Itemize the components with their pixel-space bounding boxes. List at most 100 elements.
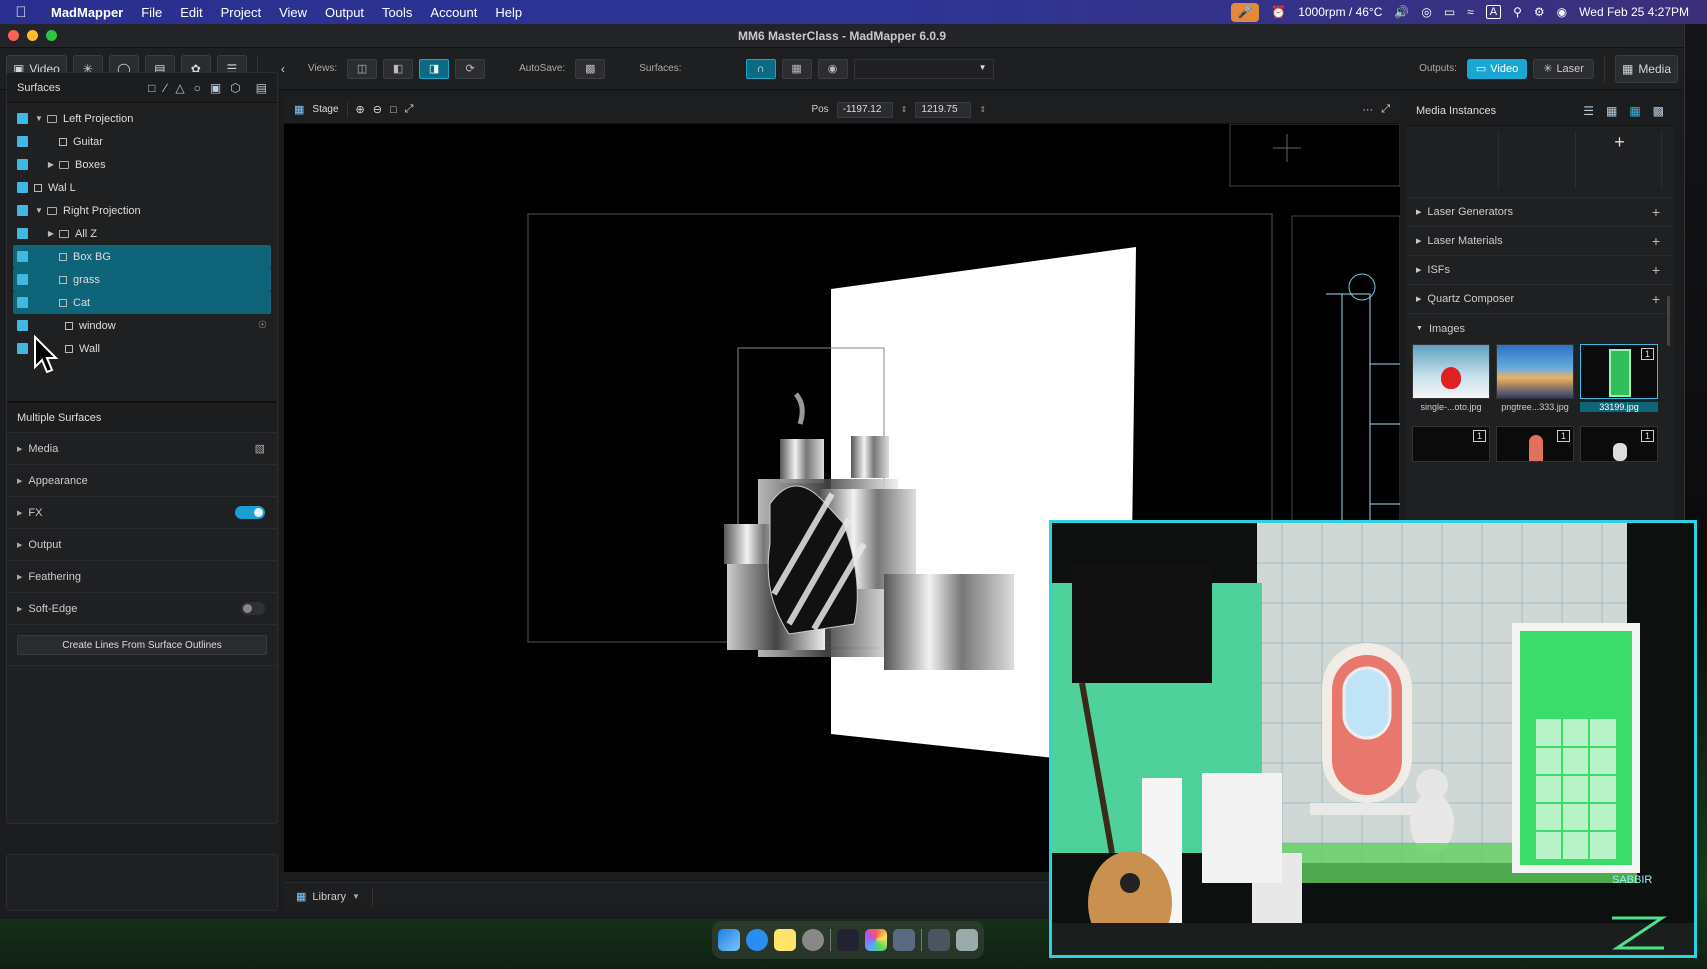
surface-item-boxes[interactable]: ▶ Boxes (7, 153, 277, 176)
surface-item-all-z[interactable]: ▶ All Z (7, 222, 277, 245)
fullscreen-icon[interactable]: ⤢ (405, 103, 414, 116)
trash-icon[interactable] (956, 929, 978, 951)
collapsed-triangle-icon[interactable]: ▶ (46, 160, 56, 169)
list-view-icon[interactable]: ☰ (1583, 104, 1594, 118)
section-laser-generators[interactable]: ▶ Laser Generators + (1406, 198, 1674, 227)
datetime[interactable]: Wed Feb 25 4:27PM (1579, 5, 1689, 19)
expand-icon[interactable]: ⤢ (1381, 103, 1390, 116)
surface-item-wal-l[interactable]: Wal L (7, 176, 277, 199)
zoom-in-icon[interactable]: ⊕ (356, 103, 365, 116)
visibility-checkbox[interactable] (17, 251, 28, 262)
grid-small-icon[interactable]: ▦ (1606, 104, 1617, 118)
refresh-view-button[interactable]: ⟳ (455, 58, 486, 79)
surface-item-box-bg[interactable]: Box BG (13, 245, 271, 268)
add-triangle-icon[interactable]: △ (175, 81, 184, 95)
visibility-checkbox[interactable] (17, 343, 28, 354)
more-options-icon[interactable]: ··· (1362, 104, 1373, 116)
siri-icon[interactable]: ◉ (1557, 5, 1567, 19)
image-thumb-4[interactable]: 1 (1412, 426, 1490, 462)
surface-item-guitar[interactable]: Guitar (7, 130, 277, 153)
stepper-icon[interactable]: ⇕ (901, 105, 908, 114)
surface-transform-button[interactable]: ▦ (781, 58, 812, 79)
pos-y-field[interactable]: 1219.75 (915, 101, 972, 118)
pos-x-field[interactable]: -1197.12 (836, 101, 893, 118)
expand-triangle-icon[interactable]: ▼ (34, 114, 44, 123)
plus-icon[interactable]: + (1652, 262, 1660, 278)
soft-edge-toggle[interactable] (241, 602, 265, 615)
app-menu[interactable]: MadMapper (42, 5, 132, 20)
safari-icon[interactable] (746, 929, 768, 951)
add-line-icon[interactable]: ∕ (164, 81, 166, 95)
output-laser-button[interactable]: ✳ Laser (1533, 58, 1594, 79)
section-output[interactable]: ▶ Output (7, 529, 277, 561)
plus-icon[interactable]: + (1652, 204, 1660, 220)
surface-item-cat[interactable]: Cat (13, 291, 271, 314)
view-input-button[interactable]: ◧ (383, 58, 414, 79)
section-laser-materials[interactable]: ▶ Laser Materials + (1406, 227, 1674, 256)
image-thumb-5[interactable]: 1 (1496, 426, 1574, 462)
chevron-down-icon[interactable]: ▼ (352, 892, 360, 901)
wifi-icon[interactable]: ≈ (1467, 5, 1474, 19)
view-split-button[interactable]: ◫ (347, 58, 378, 79)
collapsed-triangle-icon[interactable]: ▶ (46, 229, 56, 238)
media-library-icon[interactable]: ▧ (255, 442, 265, 455)
section-feathering[interactable]: ▶ Feathering (7, 561, 277, 593)
input-source-icon[interactable]: A (1485, 5, 1502, 19)
image-thumb-strawberry[interactable] (1412, 344, 1490, 399)
add-group-icon[interactable]: ▤ (256, 81, 267, 95)
menu-edit[interactable]: Edit (171, 5, 211, 20)
fan-status[interactable]: 1000rpm / 46°C (1298, 5, 1382, 19)
zoom-fit-icon[interactable]: □ (390, 104, 397, 116)
visibility-checkbox[interactable] (17, 274, 28, 285)
visibility-checkbox[interactable] (17, 159, 28, 170)
visibility-checkbox[interactable] (17, 205, 28, 216)
surface-item-left-projection[interactable]: ▼ Left Projection (7, 107, 277, 130)
section-appearance[interactable]: ▶ Appearance (7, 465, 277, 497)
section-isfs[interactable]: ▶ ISFs + (1406, 256, 1674, 285)
downloads-icon[interactable] (928, 929, 950, 951)
zoom-out-icon[interactable]: ⊖ (373, 103, 382, 116)
image-thumb-6[interactable]: 1 (1580, 426, 1658, 462)
expand-triangle-icon[interactable]: ▼ (34, 206, 44, 215)
visibility-checkbox[interactable] (17, 113, 28, 124)
preview-icon[interactable] (893, 929, 915, 951)
menu-tools[interactable]: Tools (373, 5, 421, 20)
view-output-button[interactable]: ◨ (419, 58, 450, 79)
apple-icon[interactable]:  (0, 4, 42, 21)
stepper-icon[interactable]: ⇕ (979, 105, 986, 114)
autosave-button[interactable]: ▩ (575, 58, 606, 79)
add-circle-icon[interactable]: ○ (194, 81, 201, 95)
menu-project[interactable]: Project (212, 5, 270, 20)
menu-view[interactable]: View (270, 5, 316, 20)
image-thumb-door[interactable]: 1 (1580, 344, 1658, 399)
media-instances-area[interactable]: + (1406, 126, 1674, 198)
surface-bezier-button[interactable]: ∩ (745, 58, 776, 79)
finder-icon[interactable] (718, 929, 740, 951)
visibility-checkbox[interactable] (17, 320, 28, 331)
visibility-checkbox[interactable] (17, 182, 28, 193)
visibility-checkbox[interactable] (17, 136, 28, 147)
grid-large-icon[interactable]: ▩ (1653, 104, 1664, 118)
plus-icon[interactable]: + (1652, 233, 1660, 249)
lock-icon[interactable]: ☉ (258, 320, 267, 331)
screen-mirror-icon[interactable]: ▭ (1444, 5, 1455, 19)
stage-tab[interactable]: Stage (312, 104, 338, 115)
fan-icon[interactable]: ⏰ (1271, 5, 1286, 19)
box-surface[interactable] (780, 439, 824, 483)
surface-snapshot-button[interactable]: ◉ (817, 58, 848, 79)
add-instance-icon[interactable]: + (1578, 132, 1662, 188)
visibility-checkbox[interactable] (17, 228, 28, 239)
section-quartz-composer[interactable]: ▶ Quartz Composer + (1406, 285, 1674, 314)
output-video-button[interactable]: ▭ Video (1466, 58, 1528, 79)
image-thumb-sunset[interactable] (1496, 344, 1574, 399)
add-quad-icon[interactable]: □ (148, 81, 155, 95)
volume-icon[interactable]: 🔊 (1394, 5, 1409, 19)
visibility-checkbox[interactable] (17, 297, 28, 308)
media-scrollbar[interactable] (1667, 296, 1670, 346)
control-center-icon[interactable]: ⚙ (1534, 5, 1545, 19)
microphone-icon[interactable]: 🎤 (1231, 2, 1260, 22)
add-mesh-icon[interactable]: ▣ (210, 81, 221, 95)
settings-icon[interactable] (802, 929, 824, 951)
surface-item-window[interactable]: window ☉ (7, 314, 277, 337)
fx-toggle[interactable] (235, 506, 265, 519)
